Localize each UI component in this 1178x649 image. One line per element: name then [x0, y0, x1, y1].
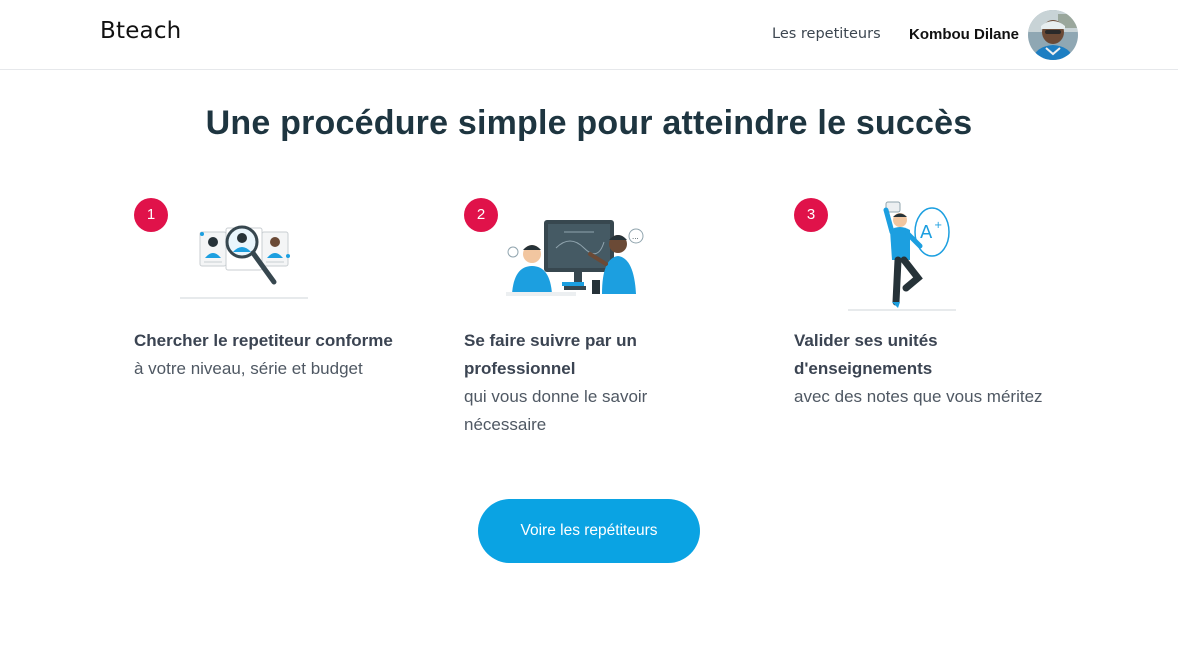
step-description: avec des notes que vous méritez [794, 387, 1043, 406]
search-tutor-illustration [180, 198, 310, 305]
avatar[interactable] [1028, 10, 1078, 60]
page-title: Une procédure simple pour atteindre le s… [205, 104, 973, 142]
step-number-badge: 2 [464, 198, 498, 232]
brand-logo[interactable]: Bteach [100, 18, 181, 44]
nav-link-repetiteurs[interactable]: Les repetiteurs [772, 26, 881, 42]
step-title: Chercher le repetiteur conforme [134, 331, 393, 350]
step-text: Valider ses unités d'enseignements avec … [794, 327, 1054, 411]
svg-text:...: ... [632, 232, 639, 241]
step-description: à votre niveau, série et budget [134, 359, 363, 378]
view-tutors-button[interactable]: Voire les repétiteurs [478, 499, 700, 563]
step-description: qui vous donne le savoir nécessaire [464, 387, 648, 434]
svg-text:A: A [920, 222, 933, 243]
tutoring-session-illustration: ... [504, 198, 646, 309]
step-number-badge: 1 [134, 198, 168, 232]
navbar: Bteach Les repetiteurs Kombou Dilane [0, 0, 1178, 70]
svg-text:+: + [934, 220, 942, 231]
step-title: Se faire suivre par un professionnel [464, 331, 637, 378]
step-text: Se faire suivre par un professionnel qui… [464, 327, 724, 439]
user-name[interactable]: Kombou Dilane [909, 26, 1019, 43]
step-title: Valider ses unités d'enseignements [794, 331, 938, 378]
step-number-badge: 3 [794, 198, 828, 232]
success-grade-illustration: A + [848, 198, 958, 317]
step-text: Chercher le repetiteur conforme à votre … [134, 327, 394, 383]
